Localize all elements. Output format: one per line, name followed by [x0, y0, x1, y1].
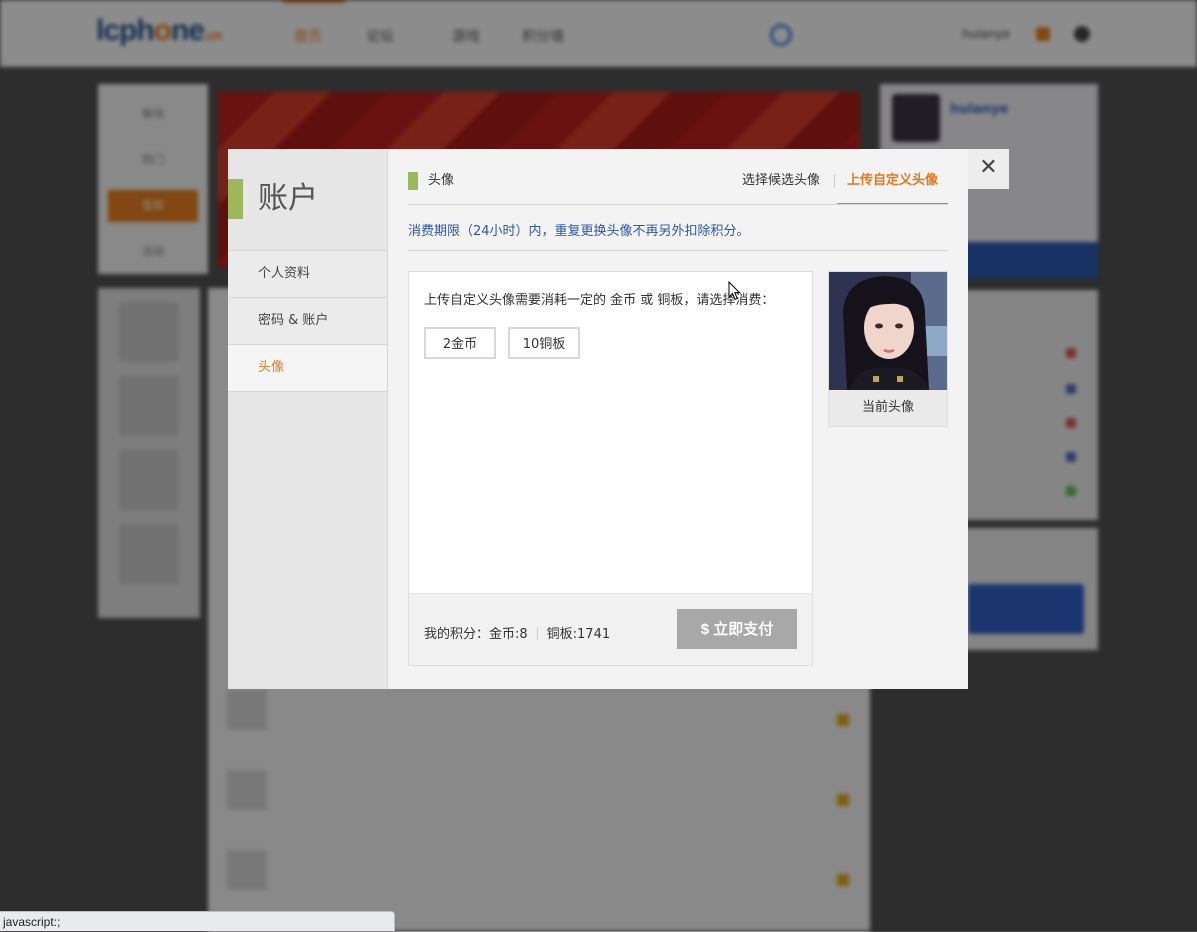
sidebar-item-profile[interactable]: 个人资料	[228, 251, 387, 298]
close-icon[interactable]: ✕	[968, 149, 1009, 189]
instruction-text: 上传自定义头像需要消耗一定的 金币 或 铜板，请选择消费：	[424, 293, 775, 308]
copper-points: 铜板:1741	[546, 627, 611, 642]
current-avatar-caption: 当前头像	[861, 400, 914, 415]
tab-upload-avatar[interactable]: 上传自定义头像	[837, 172, 948, 204]
modal-sidebar: 账户 个人资料 密码 & 账户 头像	[228, 149, 388, 689]
option-copper-button[interactable]: 10铜板	[508, 327, 580, 359]
sidebar-title: 账户	[258, 181, 318, 216]
option-gold-button[interactable]: 2金币	[424, 327, 496, 359]
payment-panel: 上传自定义头像需要消耗一定的 金币 或 铜板，请选择消费： 2金币 10铜板	[408, 271, 813, 595]
tab-divider	[834, 174, 835, 188]
mouse-cursor-icon	[728, 281, 741, 301]
tab-choose-avatar[interactable]: 选择候选头像	[742, 172, 820, 190]
current-avatar-box: 当前头像	[828, 271, 948, 427]
account-modal: 账户 个人资料 密码 & 账户 头像 头像 选择候选头像 上传自定义头像 消费期…	[228, 149, 968, 689]
modal-content: 头像 选择候选头像 上传自定义头像 消费期限（24小时）内，重复更换头像不再另外…	[408, 149, 948, 689]
content-title: 头像	[428, 173, 455, 188]
sidebar-item-password[interactable]: 密码 & 账户	[228, 298, 387, 345]
sidebar-title-block: 账户	[228, 179, 387, 221]
payment-footer: 我的积分：金币:8 铜板:1741 $ 立即支付	[408, 593, 813, 666]
sidebar-accent-bar	[228, 179, 243, 219]
browser-status-bar: javascript:;	[0, 911, 395, 931]
divider	[408, 250, 948, 251]
content-header: 头像 选择候选头像 上传自定义头像	[408, 172, 948, 205]
current-avatar-image	[829, 272, 947, 390]
notice-text: 消费期限（24小时）内，重复更换头像不再另外扣除积分。	[408, 224, 750, 239]
pay-now-button[interactable]: $ 立即支付	[677, 609, 797, 649]
header-accent-bar	[408, 172, 418, 190]
gold-points: 我的积分：金币:8	[424, 627, 528, 642]
my-points: 我的积分：金币:8 铜板:1741	[424, 623, 610, 642]
sidebar-item-avatar[interactable]: 头像	[228, 345, 387, 392]
sidebar-menu: 个人资料 密码 & 账户 头像	[228, 250, 387, 392]
